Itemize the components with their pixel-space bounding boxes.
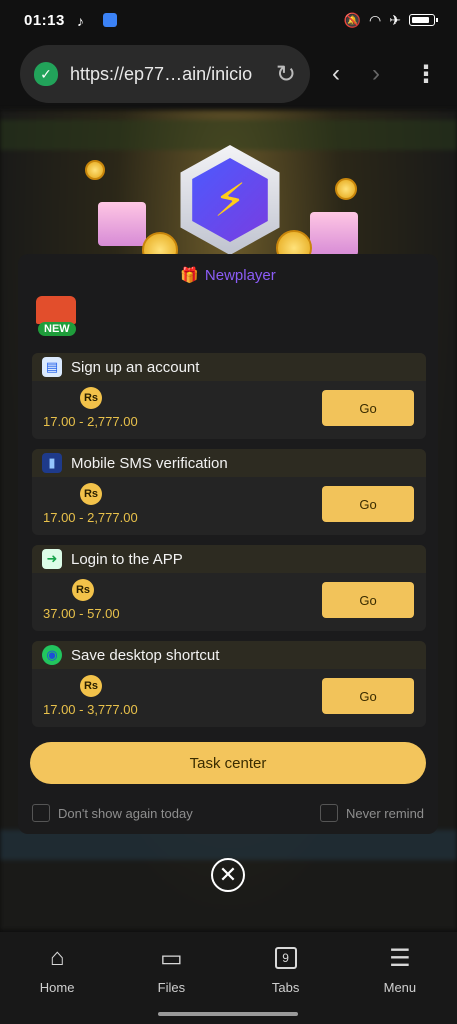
gift-icon [98, 202, 146, 246]
never-remind-label: Never remind [346, 805, 425, 821]
back-icon[interactable]: ‹ [332, 60, 340, 88]
tiktok-icon: ♪ [76, 13, 84, 29]
task-card: ➜ Login to the APP Rs 37.00 - 57.00 Go [32, 545, 426, 631]
wifi-icon: ◠ [369, 11, 382, 28]
rupee-coin-icon: Rs [80, 387, 102, 409]
task-reward-range: 17.00 - 3,777.00 [43, 702, 138, 717]
reload-icon[interactable]: ↻ [276, 60, 296, 89]
modal-title: 🎁 Newplayer [180, 267, 276, 284]
browser-toolbar: ✓ https://ep77…ain/inicio ↻ ‹ › ⋮ [0, 40, 457, 110]
nav-tabs-label: Tabs [271, 980, 300, 995]
status-bar: 01:13 ♪ 🔕 ◠ ✈ [0, 0, 457, 40]
menu-icon[interactable]: ☰ [389, 942, 411, 974]
never-remind-checkbox[interactable]: Never remind [320, 804, 424, 822]
gift-icon: 🎁 [180, 267, 199, 284]
checkbox-icon[interactable] [32, 804, 50, 822]
task-name: Login to the APP [71, 550, 183, 568]
nav-files-label: Files [157, 980, 186, 995]
app-icon [102, 13, 117, 27]
nav-menu[interactable]: ☰ Menu [365, 942, 435, 1024]
phone-icon: ▮ [42, 453, 62, 473]
gesture-bar[interactable] [158, 1012, 298, 1016]
go-button[interactable]: Go [322, 678, 414, 714]
folder-icon[interactable]: ▭ [160, 942, 183, 974]
url-text[interactable]: https://ep77…ain/inicio [70, 64, 276, 85]
newplayer-modal: 🎁 Newplayer NEW ▤ Sign up an account Rs 1… [18, 254, 438, 834]
address-bar[interactable]: ✓ https://ep77…ain/inicio ↻ [20, 45, 310, 103]
task-reward-range: 17.00 - 2,777.00 [43, 414, 138, 429]
nav-home-label: Home [39, 980, 75, 995]
rupee-coin-icon: Rs [80, 483, 102, 505]
home-icon[interactable]: ⌂ [50, 942, 65, 974]
globe-icon: ◉ [42, 645, 62, 665]
close-modal-button[interactable]: ✕ [211, 858, 245, 892]
checkbox-icon[interactable] [320, 804, 338, 822]
task-name: Save desktop shortcut [71, 646, 220, 664]
battery-icon [409, 14, 438, 26]
browser-bottom-nav: ⌂ Home ▭ Files 9 Tabs ☰ Menu [0, 932, 457, 1024]
shield-icon[interactable]: ✓ [34, 62, 58, 86]
task-reward-range: 37.00 - 57.00 [43, 606, 120, 621]
rupee-coin-icon: Rs [80, 675, 102, 697]
status-time: 01:13 [24, 11, 65, 29]
task-card: ▮ Mobile SMS verification Rs 17.00 - 2,7… [32, 449, 426, 535]
go-button[interactable]: Go [322, 582, 414, 618]
close-icon[interactable]: ✕ [219, 862, 237, 888]
task-center-button[interactable]: Task center [30, 742, 426, 784]
coin-icon [335, 178, 357, 200]
rupee-coin-icon: Rs [72, 579, 94, 601]
tabs-icon[interactable]: 9 [274, 942, 297, 974]
forward-icon[interactable]: › [372, 60, 380, 88]
hero-illustration: ⚡ [80, 140, 380, 270]
task-name: Mobile SMS verification [71, 454, 228, 472]
lightning-badge-icon: ⚡ [180, 145, 280, 255]
mute-icon: 🔕 [343, 11, 362, 28]
dont-show-today-checkbox[interactable]: Don't show again today [32, 804, 193, 822]
clipboard-icon: ▤ [42, 357, 62, 377]
coin-icon [85, 160, 105, 180]
go-button[interactable]: Go [322, 486, 414, 522]
login-icon: ➜ [42, 549, 62, 569]
gift-icon [310, 212, 358, 256]
task-card: ◉ Save desktop shortcut Rs 17.00 - 3,777… [32, 641, 426, 727]
nav-menu-label: Menu [383, 980, 417, 995]
airplane-icon: ✈ [389, 11, 401, 28]
dont-show-label: Don't show again today [58, 805, 193, 821]
task-reward-range: 17.00 - 2,777.00 [43, 510, 138, 525]
nav-home[interactable]: ⌂ Home [22, 942, 92, 1024]
task-name: Sign up an account [71, 358, 200, 376]
new-sticker-icon: NEW [32, 296, 86, 340]
more-icon[interactable]: ⋮ [414, 60, 438, 89]
task-card: ▤ Sign up an account Rs 17.00 - 2,777.00… [32, 353, 426, 439]
tabs-count: 9 [274, 947, 297, 969]
go-button[interactable]: Go [322, 390, 414, 426]
